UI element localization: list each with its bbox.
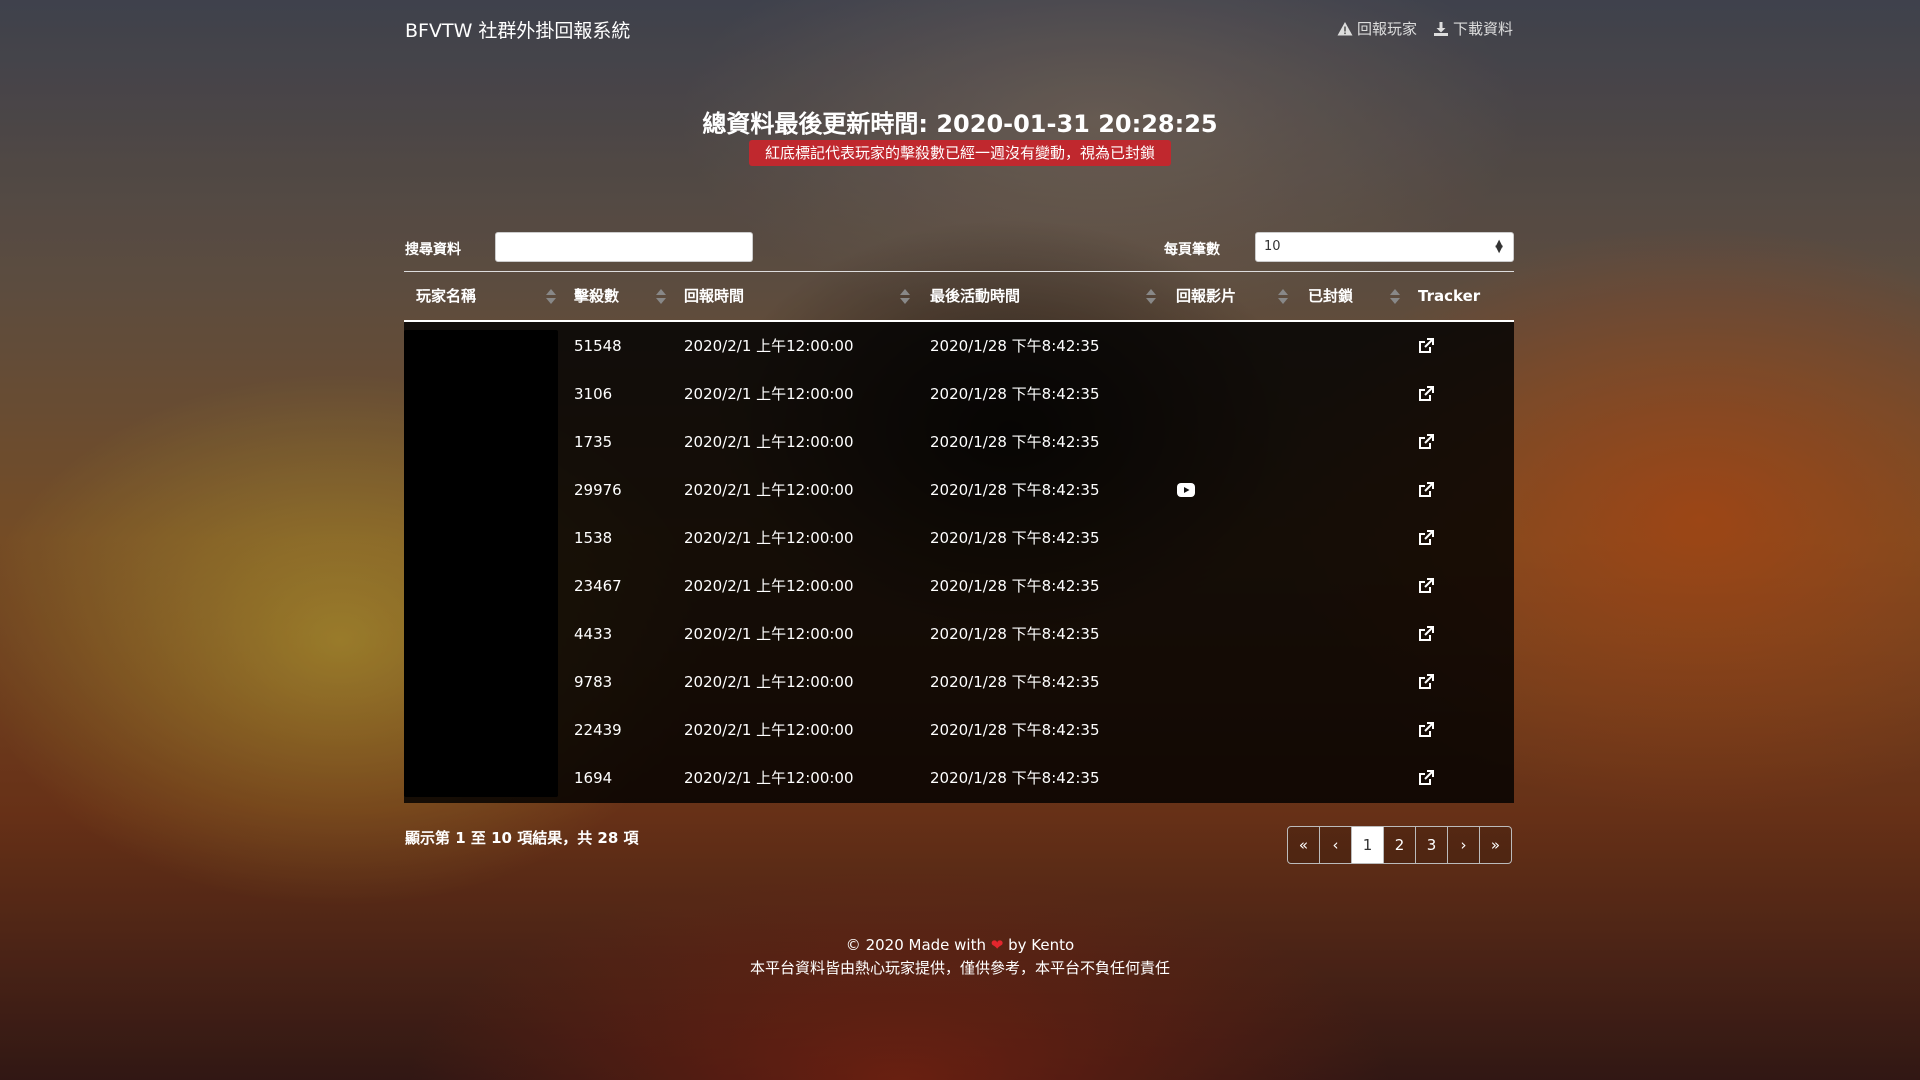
download-data-label: 下載資料 bbox=[1452, 20, 1513, 38]
last-active-cell: 2020/1/28 下午8:42:35 bbox=[930, 385, 1100, 403]
search-input[interactable] bbox=[495, 232, 753, 262]
table-row: 29976 2020/2/1 上午12:00:00 2020/1/28 下午8:42… bbox=[404, 466, 1514, 514]
report-time-cell: 2020/2/1 上午12:00:00 bbox=[684, 577, 854, 595]
external-link-icon[interactable] bbox=[1418, 626, 1434, 642]
kills-cell: 1694 bbox=[574, 769, 613, 787]
table-row: 1694 2020/2/1 上午12:00:00 2020/1/28 下午8:42:… bbox=[404, 754, 1514, 802]
external-link-icon[interactable] bbox=[1418, 722, 1434, 738]
page-title: 總資料最後更新時間: 2020-01-31 20:28:25 bbox=[702, 110, 1218, 138]
next-page-button[interactable]: › bbox=[1447, 827, 1479, 863]
col-last-active[interactable]: 最後活動時間 bbox=[930, 272, 1020, 320]
select-caret-icon: ▲ ▼ bbox=[1495, 238, 1503, 255]
external-link-icon[interactable] bbox=[1418, 338, 1434, 354]
last-active-cell: 2020/1/28 下午8:42:35 bbox=[930, 721, 1100, 739]
sort-icon[interactable] bbox=[546, 289, 556, 305]
youtube-icon[interactable] bbox=[1177, 483, 1195, 497]
report-time-cell: 2020/2/1 上午12:00:00 bbox=[684, 529, 854, 547]
sort-icon[interactable] bbox=[1278, 289, 1288, 305]
table-row: 22439 2020/2/1 上午12:00:00 2020/1/28 下午8:42… bbox=[404, 706, 1514, 754]
kills-cell: 29976 bbox=[574, 481, 622, 499]
col-blocked[interactable]: 已封鎖 bbox=[1308, 272, 1353, 320]
kills-cell: 22439 bbox=[574, 721, 622, 739]
last-active-cell: 2020/1/28 下午8:42:35 bbox=[930, 337, 1100, 355]
search-label: 搜尋資料 bbox=[405, 242, 461, 258]
heart-icon: ❤ bbox=[990, 936, 1004, 954]
report-time-cell: 2020/2/1 上午12:00:00 bbox=[684, 481, 854, 499]
table-row: 4433 2020/2/1 上午12:00:00 2020/1/28 下午8:42:… bbox=[404, 610, 1514, 658]
brand-title[interactable]: BFVTW 社群外掛回報系統 bbox=[405, 16, 630, 43]
external-link-icon[interactable] bbox=[1418, 434, 1434, 450]
download-icon bbox=[1433, 21, 1448, 36]
last-active-cell: 2020/1/28 下午8:42:35 bbox=[930, 529, 1100, 547]
nav-links: 回報玩家 下載資料 bbox=[1337, 18, 1513, 39]
last-active-cell: 2020/1/28 下午8:42:35 bbox=[930, 577, 1100, 595]
blocked-notice-badge: 紅底標記代表玩家的擊殺數已經一週沒有變動，視為已封鎖 bbox=[748, 140, 1171, 166]
sort-icon[interactable] bbox=[1390, 289, 1400, 305]
last-active-cell: 2020/1/28 下午8:42:35 bbox=[930, 625, 1100, 643]
table-row: 1538 2020/2/1 上午12:00:00 2020/1/28 下午8:42:… bbox=[404, 514, 1514, 562]
first-page-button[interactable]: « bbox=[1288, 827, 1319, 863]
external-link-icon[interactable] bbox=[1418, 674, 1434, 690]
col-report-time[interactable]: 回報時間 bbox=[684, 272, 744, 320]
col-report-video[interactable]: 回報影片 bbox=[1176, 272, 1236, 320]
last-active-cell: 2020/1/28 下午8:42:35 bbox=[930, 481, 1100, 499]
page-button[interactable]: 3 bbox=[1415, 827, 1447, 863]
kills-cell: 1735 bbox=[574, 433, 613, 451]
footer: © 2020 Made with ❤ by Kento 本平台資料皆由熱心玩家提… bbox=[0, 934, 1920, 980]
report-player-label: 回報玩家 bbox=[1356, 20, 1417, 38]
warning-icon bbox=[1337, 21, 1353, 35]
kills-cell: 1538 bbox=[574, 529, 613, 547]
kills-cell: 3106 bbox=[574, 385, 613, 403]
table-row: 23467 2020/2/1 上午12:00:00 2020/1/28 下午8:42… bbox=[404, 562, 1514, 610]
footer-disclaimer: 本平台資料皆由熱心玩家提供，僅供參考，本平台不負任何責任 bbox=[749, 959, 1170, 977]
kills-cell: 4433 bbox=[574, 625, 613, 643]
col-kills[interactable]: 擊殺數 bbox=[574, 272, 619, 320]
external-link-icon[interactable] bbox=[1418, 578, 1434, 594]
page-size-select[interactable]: 10 ▲ ▼ bbox=[1255, 232, 1514, 262]
footer-credit-author: by Kento bbox=[1008, 936, 1075, 954]
last-active-cell: 2020/1/28 下午8:42:35 bbox=[930, 769, 1100, 787]
sort-icon[interactable] bbox=[900, 289, 910, 305]
footer-credit-prefix: © 2020 Made with bbox=[845, 936, 986, 954]
report-time-cell: 2020/2/1 上午12:00:00 bbox=[684, 625, 854, 643]
report-time-cell: 2020/2/1 上午12:00:00 bbox=[684, 433, 854, 451]
report-time-cell: 2020/2/1 上午12:00:00 bbox=[684, 721, 854, 739]
navbar: BFVTW 社群外掛回報系統 回報玩家 下載資料 bbox=[405, 14, 1513, 44]
table-row: 51548 2020/2/1 上午12:00:00 2020/1/28 下午8:42… bbox=[404, 322, 1514, 370]
col-player-name[interactable]: 玩家名稱 bbox=[416, 272, 476, 320]
kills-cell: 51548 bbox=[574, 337, 622, 355]
sort-icon[interactable] bbox=[1146, 289, 1156, 305]
report-time-cell: 2020/2/1 上午12:00:00 bbox=[684, 385, 854, 403]
footer-credit: © 2020 Made with ❤ by Kento bbox=[0, 934, 1920, 957]
last-active-cell: 2020/1/28 下午8:42:35 bbox=[930, 673, 1100, 691]
external-link-icon[interactable] bbox=[1418, 770, 1434, 786]
external-link-icon[interactable] bbox=[1418, 482, 1434, 498]
players-table: 玩家名稱 擊殺數 回報時間 最後活動時間 回報影片 已封鎖 Tracker 51… bbox=[404, 271, 1514, 803]
pagination: «‹ 1 2 3 ›» bbox=[1287, 826, 1512, 864]
report-time-cell: 2020/2/1 上午12:00:00 bbox=[684, 673, 854, 691]
external-link-icon[interactable] bbox=[1418, 386, 1434, 402]
report-time-cell: 2020/2/1 上午12:00:00 bbox=[684, 337, 854, 355]
table-row: 1735 2020/2/1 上午12:00:00 2020/1/28 下午8:42:… bbox=[404, 418, 1514, 466]
results-summary: 顯示第 1 至 10 項結果，共 28 項 bbox=[405, 829, 639, 847]
col-tracker: Tracker bbox=[1418, 287, 1481, 305]
report-time-cell: 2020/2/1 上午12:00:00 bbox=[684, 769, 854, 787]
report-player-link[interactable]: 回報玩家 bbox=[1337, 18, 1417, 39]
table-row: 3106 2020/2/1 上午12:00:00 2020/1/28 下午8:42:… bbox=[404, 370, 1514, 418]
sort-icon[interactable] bbox=[656, 289, 666, 305]
last-active-cell: 2020/1/28 下午8:42:35 bbox=[930, 433, 1100, 451]
kills-cell: 9783 bbox=[574, 673, 613, 691]
last-page-button[interactable]: » bbox=[1479, 827, 1511, 863]
table-header: 玩家名稱 擊殺數 回報時間 最後活動時間 回報影片 已封鎖 Tracker bbox=[404, 271, 1514, 322]
table-row: 9783 2020/2/1 上午12:00:00 2020/1/28 下午8:42:… bbox=[404, 658, 1514, 706]
table-body: 51548 2020/2/1 上午12:00:00 2020/1/28 下午8:42… bbox=[404, 322, 1514, 803]
prev-page-button[interactable]: ‹ bbox=[1319, 827, 1351, 863]
kills-cell: 23467 bbox=[574, 577, 622, 595]
download-data-link[interactable]: 下載資料 bbox=[1433, 18, 1513, 39]
page-size-value: 10 bbox=[1264, 239, 1281, 254]
external-link-icon[interactable] bbox=[1418, 530, 1434, 546]
page-size-label: 每頁筆數 bbox=[1164, 242, 1220, 258]
page-button[interactable]: 1 bbox=[1351, 827, 1383, 863]
page-button[interactable]: 2 bbox=[1383, 827, 1415, 863]
